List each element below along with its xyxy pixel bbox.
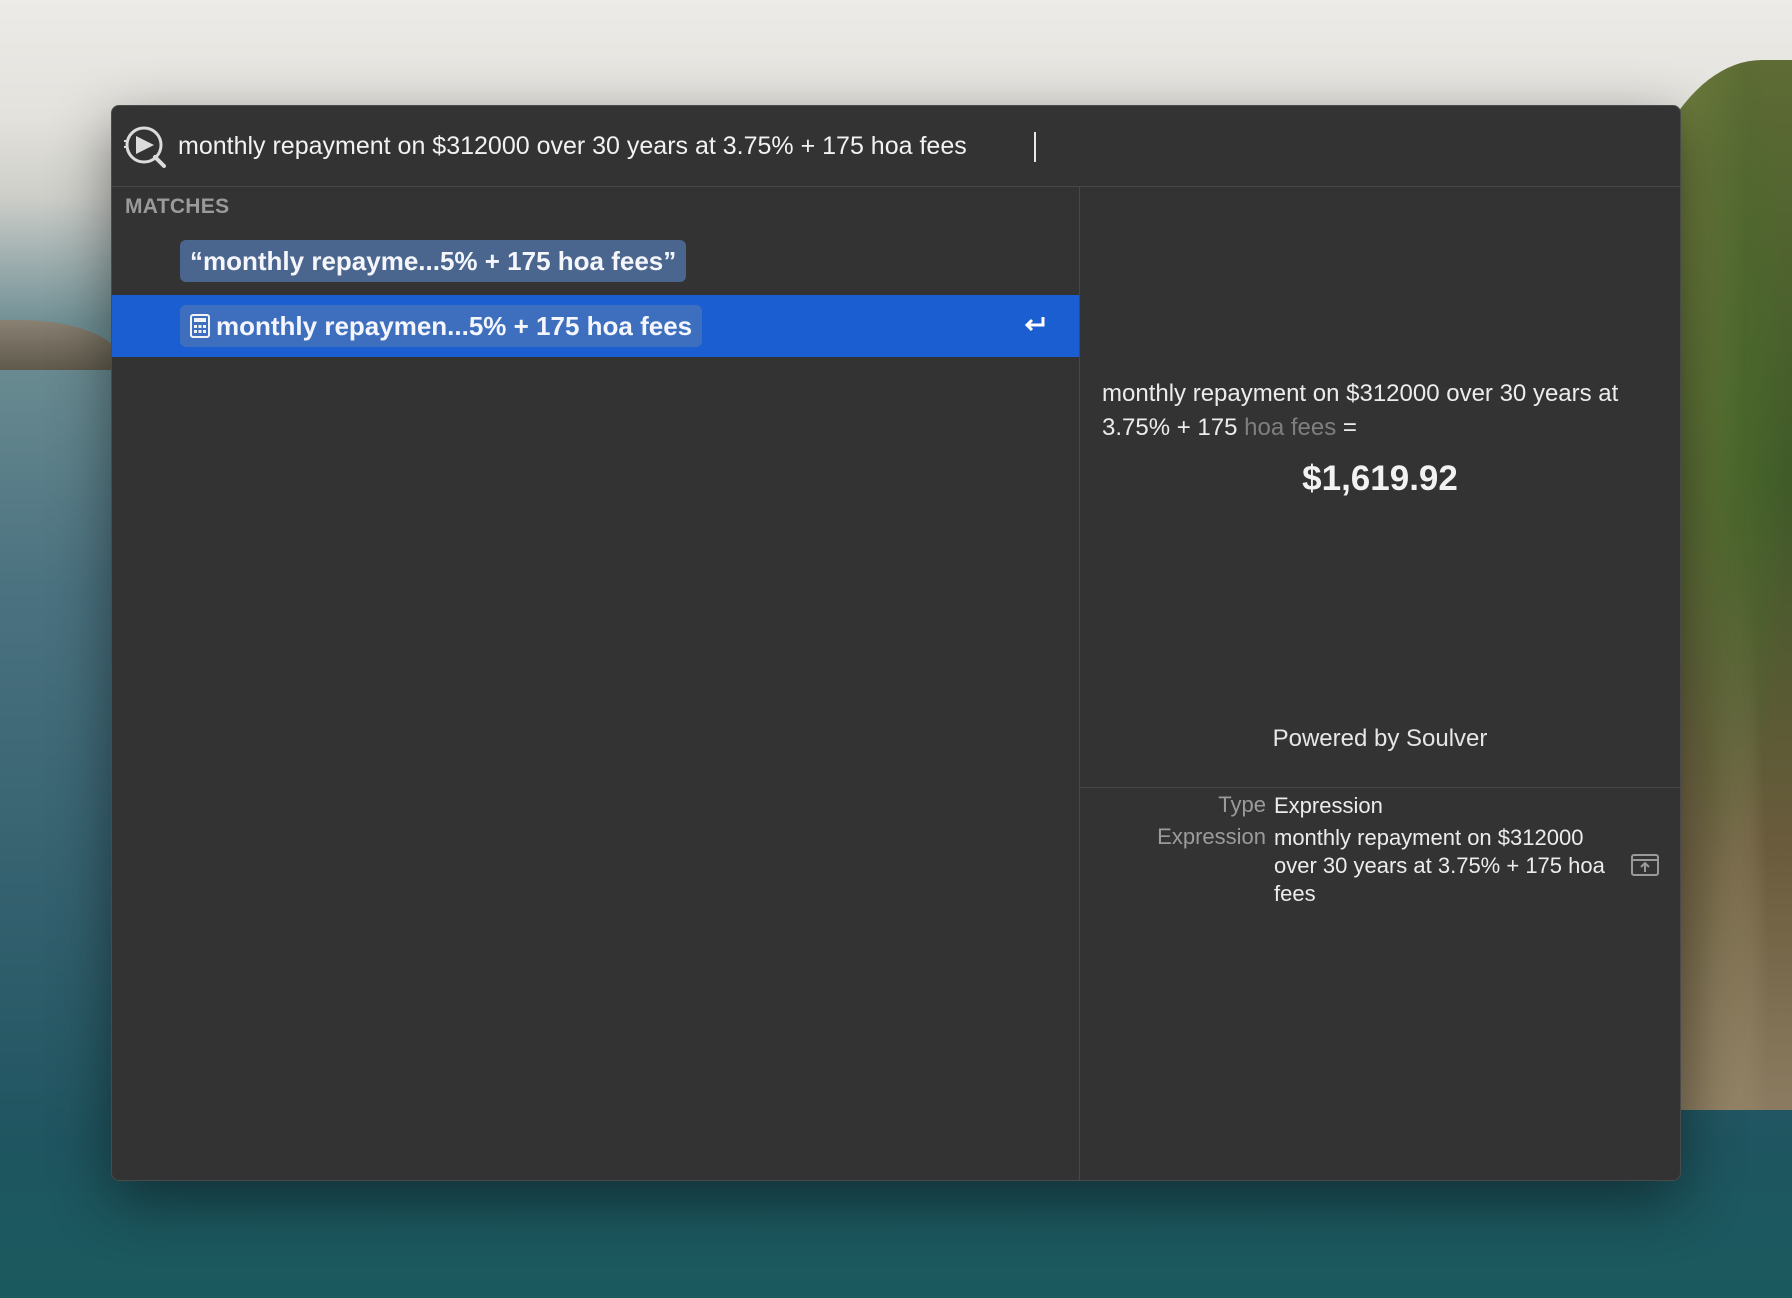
expression-label: Expression: [1157, 824, 1266, 849]
result-label: “monthly repayme...5% + 175 hoa fees”: [180, 240, 687, 282]
text-caret: [1034, 132, 1036, 162]
result-label: monthly repaymen...5% + 175 hoa fees: [216, 310, 693, 341]
desktop-island: [0, 320, 120, 370]
calculator-icon: [190, 314, 210, 338]
share-icon[interactable]: [1630, 853, 1660, 877]
result-pill: monthly repaymen...5% + 175 hoa fees: [180, 305, 703, 347]
results-pane: MATCHES “monthly repayme...5% + 175 hoa …: [112, 187, 1079, 1180]
type-label: Type: [1218, 792, 1266, 817]
launcher-window: MATCHES “monthly repayme...5% + 175 hoa …: [111, 105, 1681, 1181]
expression-value[interactable]: monthly repayment on $312000 over 30 yea…: [1274, 824, 1614, 908]
expression-muted-text: hoa fees: [1244, 414, 1337, 441]
type-value: Expression: [1274, 793, 1383, 818]
search-bar: [112, 106, 1680, 187]
details-divider: [1080, 787, 1680, 788]
expression-preview: monthly repayment on $312000 over 30 yea…: [1102, 377, 1672, 445]
result-row-calculator[interactable]: monthly repaymen...5% + 175 hoa fees: [112, 295, 1079, 357]
expression-text: monthly repayment on $312000 over 30 yea…: [1102, 380, 1619, 441]
search-input[interactable]: [178, 124, 1628, 168]
powered-by-label: Powered by Soulver: [1272, 725, 1488, 752]
matches-header: MATCHES: [125, 195, 230, 218]
app-logo-icon: [124, 126, 166, 168]
preview-pane: monthly repayment on $312000 over 30 yea…: [1080, 187, 1680, 1180]
result-row-text[interactable]: “monthly repayme...5% + 175 hoa fees”: [112, 230, 1079, 292]
equals-sign: =: [1336, 414, 1357, 441]
calculation-result[interactable]: $1,619.92: [1080, 459, 1680, 499]
return-icon: [1024, 317, 1045, 332]
